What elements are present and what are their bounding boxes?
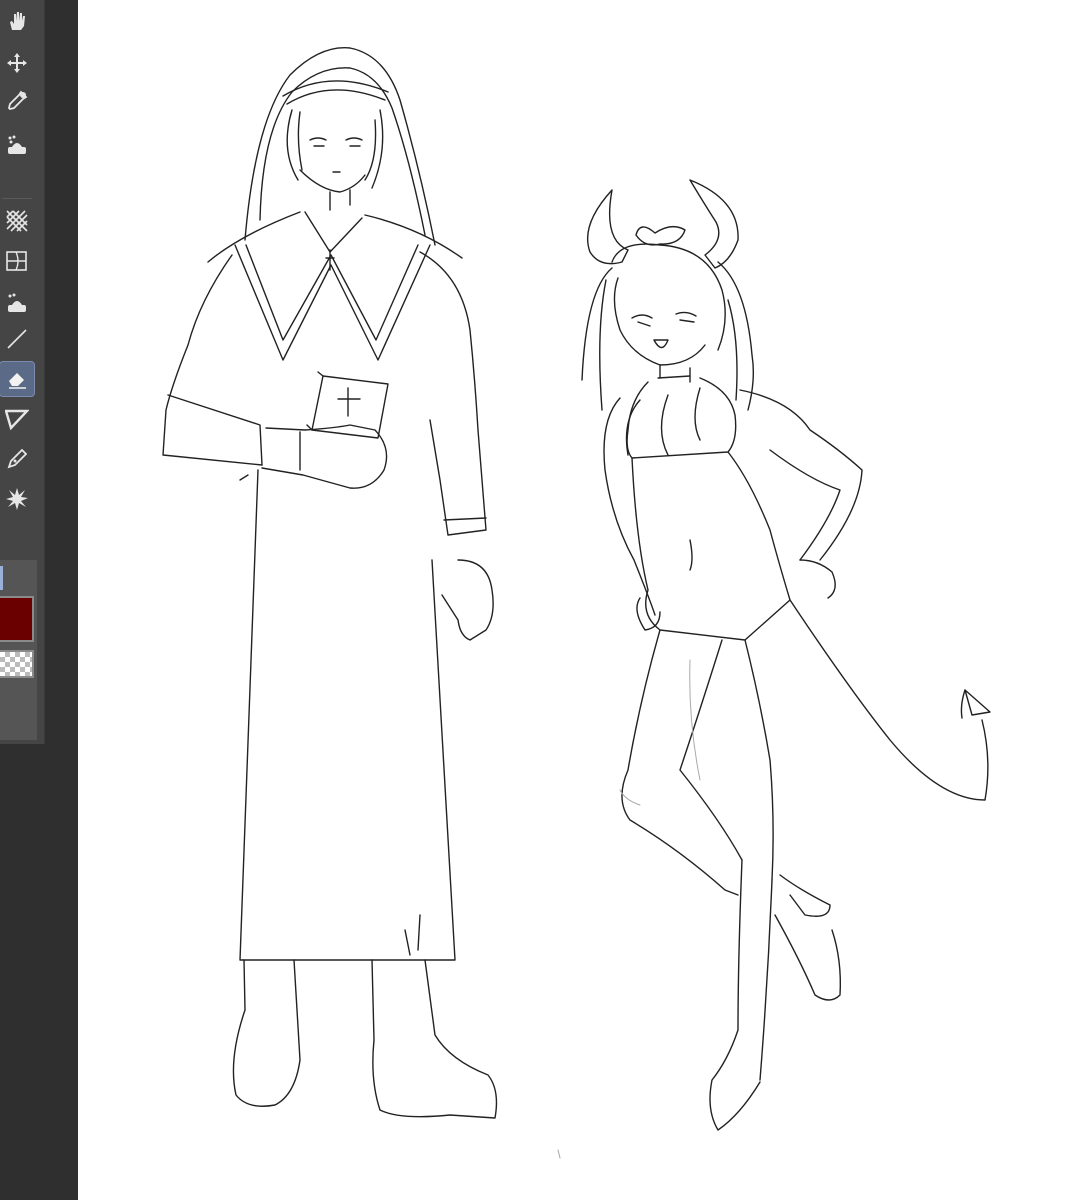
stray-mark: [557, 1149, 561, 1159]
main-color-swatch[interactable]: [0, 596, 34, 642]
transform-grid-icon[interactable]: [0, 244, 34, 278]
move-arrows-icon[interactable]: [0, 46, 34, 80]
transparent-color-swatch[interactable]: [0, 650, 34, 678]
drawing-canvas[interactable]: [78, 0, 1084, 1200]
nun-figure: [162, 47, 498, 1119]
color-indicator: [0, 566, 3, 590]
fill-bucket-icon[interactable]: [0, 286, 34, 320]
drawing-app: [0, 0, 1084, 1200]
eyedropper-icon[interactable]: [0, 84, 34, 118]
pen-nib-icon[interactable]: [0, 442, 34, 476]
ruler-icon[interactable]: [0, 402, 34, 436]
pattern-fill-icon[interactable]: [0, 204, 34, 238]
burst-icon[interactable]: [0, 482, 34, 516]
eraser-icon[interactable]: [0, 361, 35, 397]
line-icon[interactable]: [0, 322, 34, 356]
tool-palette: [0, 0, 45, 744]
sketch-drawing: [162, 47, 991, 1159]
hand-icon[interactable]: [0, 4, 34, 38]
fill-bucket-icon[interactable]: [0, 128, 34, 162]
toolbar-separator: [2, 198, 32, 199]
devil-girl-figure: [581, 179, 991, 1131]
